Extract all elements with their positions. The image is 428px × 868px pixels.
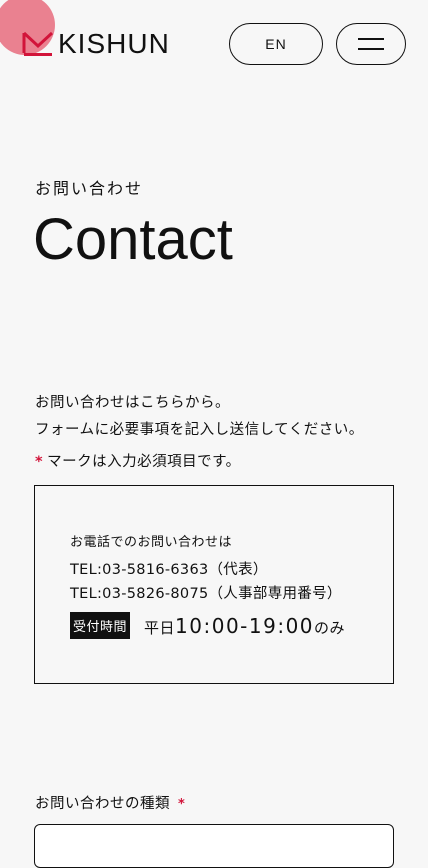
logo-mark-icon bbox=[22, 29, 54, 59]
tel-main[interactable]: TEL:03-5816-6363（代表） bbox=[70, 558, 268, 579]
required-star: * bbox=[35, 454, 44, 470]
site-header: KISHUN EN bbox=[0, 0, 428, 90]
hours-badge: 受付時間 bbox=[70, 612, 131, 639]
intro-line: フォームに必要事項を記入し送信してください。 bbox=[35, 422, 364, 438]
page-title: Contact bbox=[33, 207, 233, 272]
hours-time: 10:00-19:00 bbox=[175, 613, 315, 638]
required-star: * bbox=[178, 797, 186, 812]
phone-heading: お電話でのお問い合わせは bbox=[70, 535, 233, 550]
tel-hr[interactable]: TEL:03-5826-8075（人事部専用番号） bbox=[70, 582, 342, 603]
intro-line: お問い合わせはこちらから。 bbox=[35, 395, 230, 411]
business-hours: 受付時間 平日10:00-19:00のみ bbox=[70, 612, 345, 639]
inquiry-type-select[interactable] bbox=[34, 824, 394, 868]
inquiry-type-label-text: お問い合わせの種類 bbox=[35, 796, 170, 812]
intro-text: お問い合わせはこちらから。 フォームに必要事項を記入し送信してください。 bbox=[35, 390, 364, 444]
hamburger-icon bbox=[358, 48, 384, 50]
language-button[interactable]: EN bbox=[229, 23, 323, 65]
required-note: * マークは入力必須項目です。 bbox=[35, 450, 241, 471]
menu-button[interactable] bbox=[336, 23, 406, 65]
brand-name: KISHUN bbox=[58, 28, 170, 59]
hamburger-icon bbox=[358, 38, 384, 40]
phone-contact-box: お電話でのお問い合わせは TEL:03-5816-6363（代表） TEL:03… bbox=[34, 485, 394, 684]
site-logo[interactable]: KISHUN bbox=[22, 28, 170, 60]
hours-suffix: のみ bbox=[314, 618, 346, 637]
page-subtitle: お問い合わせ bbox=[35, 179, 144, 198]
required-note-text: マークは入力必須項目です。 bbox=[47, 454, 241, 470]
inquiry-type-label: お問い合わせの種類 * bbox=[35, 792, 189, 813]
hours-text: 平日10:00-19:00のみ bbox=[144, 614, 345, 638]
hours-prefix: 平日 bbox=[144, 618, 176, 637]
